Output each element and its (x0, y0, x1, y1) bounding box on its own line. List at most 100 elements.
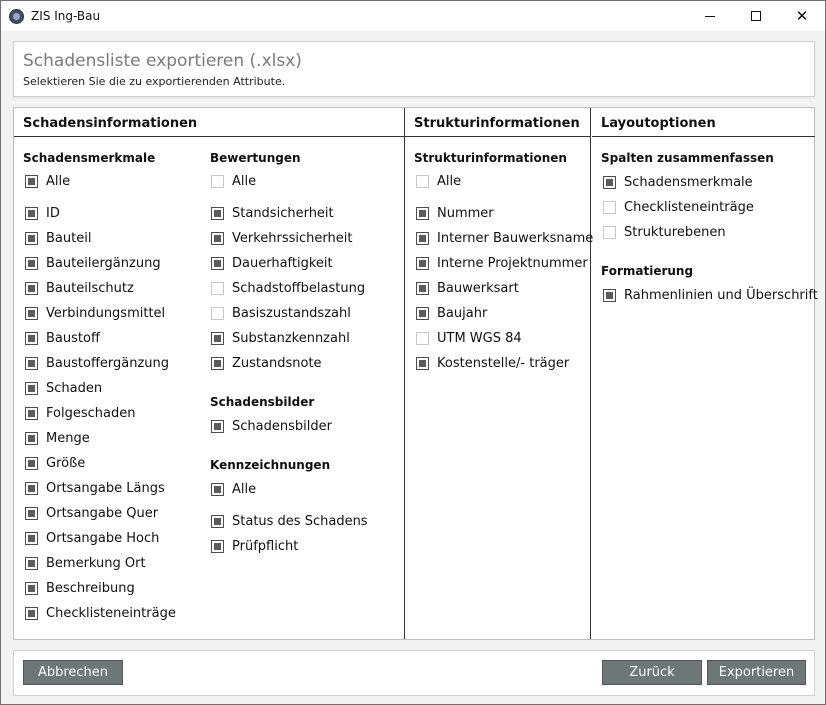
checkbox-spalten-schadensmerkmale[interactable]: Schadensmerkmale (603, 173, 753, 191)
page-subtitle: Selektieren Sie die zu exportierenden At… (23, 75, 286, 88)
cancel-button[interactable]: Abbrechen (23, 660, 123, 685)
checkbox-schadensmerkmale-bauteilergaenzung[interactable]: Bauteilergänzung (25, 254, 161, 272)
checkbox-struktur-nummer[interactable]: Nummer (416, 204, 494, 222)
checkbox-struktur-interner-bauwerksname[interactable]: Interner Bauwerksname (416, 229, 593, 247)
checkbox-checked-icon[interactable] (25, 456, 38, 470)
checkbox-schadensmerkmale-groesse[interactable]: Größe (25, 454, 85, 472)
checkbox-schadensmerkmale-checklisteneintraege[interactable]: Checklisteneinträge (25, 604, 176, 622)
checkbox-schadensmerkmale-ortsangabe-laengs[interactable]: Ortsangabe Längs (25, 479, 165, 497)
checkbox-checked-icon[interactable] (211, 256, 224, 270)
checkbox-checked-icon[interactable] (25, 381, 38, 395)
checkbox-checked-icon[interactable] (416, 356, 429, 370)
back-button[interactable]: Zurück (602, 660, 702, 685)
checkbox-checked-icon[interactable] (25, 506, 38, 520)
checkbox-struktur-bauwerksart[interactable]: Bauwerksart (416, 279, 519, 297)
checkbox-spalten-checklisteneintraege[interactable]: Checklisteneinträge (603, 198, 754, 216)
checkbox-checked-icon[interactable] (416, 281, 429, 295)
checkbox-bewertungen-alle[interactable]: Alle (211, 172, 256, 190)
checkbox-label: Schadensbilder (232, 418, 332, 434)
checkbox-label: Baustoffergänzung (46, 355, 170, 371)
checkbox-unchecked-icon[interactable] (211, 174, 224, 188)
checkbox-schadensmerkmale-verbindungsmittel[interactable]: Verbindungsmittel (25, 304, 165, 322)
checkbox-checked-icon[interactable] (25, 406, 38, 420)
checkbox-schadensmerkmale-schaden[interactable]: Schaden (25, 379, 102, 397)
checkbox-schadensbilder-schadensbilder[interactable]: Schadensbilder (211, 417, 332, 435)
checkbox-schadensmerkmale-id[interactable]: ID (25, 204, 60, 222)
checkbox-bewertungen-dauerhaftigkeit[interactable]: Dauerhaftigkeit (211, 254, 333, 272)
checkbox-checked-icon[interactable] (603, 288, 616, 302)
checkbox-checked-icon[interactable] (25, 174, 38, 188)
checkbox-label: Verkehrssicherheit (232, 230, 353, 246)
checkbox-checked-icon[interactable] (25, 231, 38, 245)
checkbox-kennzeichnungen-status-des-schadens[interactable]: Status des Schadens (211, 512, 368, 530)
checkbox-checked-icon[interactable] (211, 482, 224, 496)
checkbox-unchecked-icon[interactable] (211, 281, 224, 295)
checkbox-schadensmerkmale-bauteilschutz[interactable]: Bauteilschutz (25, 279, 134, 297)
checkbox-unchecked-icon[interactable] (211, 306, 224, 320)
checkbox-bewertungen-standsicherheit[interactable]: Standsicherheit (211, 204, 334, 222)
checkbox-checked-icon[interactable] (25, 606, 38, 620)
checkbox-bewertungen-substanzkennzahl[interactable]: Substanzkennzahl (211, 329, 350, 347)
checkbox-schadensmerkmale-bauteil[interactable]: Bauteil (25, 229, 91, 247)
window-title: ZIS Ing-Bau (31, 9, 101, 23)
checkbox-checked-icon[interactable] (211, 419, 224, 433)
checkbox-struktur-interne-projektnummer[interactable]: Interne Projektnummer (416, 254, 588, 272)
checkbox-checked-icon[interactable] (416, 206, 429, 220)
checkbox-schadensmerkmale-folgeschaden[interactable]: Folgeschaden (25, 404, 135, 422)
checkbox-checked-icon[interactable] (25, 531, 38, 545)
checkbox-schadensmerkmale-ortsangabe-hoch[interactable]: Ortsangabe Hoch (25, 529, 159, 547)
checkbox-struktur-alle[interactable]: Alle (416, 172, 461, 190)
checkbox-schadensmerkmale-menge[interactable]: Menge (25, 429, 90, 447)
checkbox-schadensmerkmale-alle[interactable]: Alle (25, 172, 70, 190)
checkbox-bewertungen-verkehrssicherheit[interactable]: Verkehrssicherheit (211, 229, 352, 247)
checkbox-bewertungen-zustandsnote[interactable]: Zustandsnote (211, 354, 322, 372)
checkbox-checked-icon[interactable] (25, 281, 38, 295)
checkbox-label: Substanzkennzahl (232, 330, 350, 346)
maximize-button[interactable] (733, 1, 779, 31)
checkbox-checked-icon[interactable] (416, 231, 429, 245)
checkbox-checked-icon[interactable] (25, 481, 38, 495)
checkbox-spalten-strukturebenen[interactable]: Strukturebenen (603, 223, 726, 241)
checkbox-kennzeichnungen-pruefpflicht[interactable]: Prüfpflicht (211, 537, 298, 555)
checkbox-struktur-baujahr[interactable]: Baujahr (416, 304, 487, 322)
checkbox-checked-icon[interactable] (211, 331, 224, 345)
checkbox-bewertungen-schadstoffbelastung[interactable]: Schadstoffbelastung (211, 279, 365, 297)
minimize-button[interactable] (687, 1, 733, 31)
close-button[interactable]: ✕ (779, 1, 825, 31)
checkbox-schadensmerkmale-baustoff[interactable]: Baustoff (25, 329, 100, 347)
checkbox-checked-icon[interactable] (25, 206, 38, 220)
export-button[interactable]: Exportieren (707, 660, 806, 685)
checkbox-checked-icon[interactable] (603, 175, 616, 189)
checkbox-schadensmerkmale-bemerkung-ort[interactable]: Bemerkung Ort (25, 554, 146, 572)
checkbox-checked-icon[interactable] (25, 256, 38, 270)
checkbox-checked-icon[interactable] (25, 581, 38, 595)
checkbox-struktur-kostenstelle-traeger[interactable]: Kostenstelle/- träger (416, 354, 569, 372)
checkbox-label: Checklisteneinträge (624, 199, 754, 215)
checkbox-label: Rahmenlinien und Überschrift (624, 287, 818, 303)
checkbox-checked-icon[interactable] (211, 206, 224, 220)
checkbox-unchecked-icon[interactable] (603, 225, 616, 239)
checkbox-bewertungen-basiszustandszahl[interactable]: Basiszustandszahl (211, 304, 351, 322)
checkbox-schadensmerkmale-baustoffergaenzung[interactable]: Baustoffergänzung (25, 354, 169, 372)
checkbox-checked-icon[interactable] (25, 556, 38, 570)
checkbox-checked-icon[interactable] (25, 331, 38, 345)
checkbox-checked-icon[interactable] (25, 356, 38, 370)
group-label-strukturinformationen: Strukturinformationen (414, 151, 567, 165)
checkbox-formatierung-rahmenlinien-und-ueberschrift[interactable]: Rahmenlinien und Überschrift (603, 286, 818, 304)
checkbox-checked-icon[interactable] (211, 356, 224, 370)
checkbox-struktur-utm-wgs-84[interactable]: UTM WGS 84 (416, 329, 522, 347)
checkbox-schadensmerkmale-ortsangabe-quer[interactable]: Ortsangabe Quer (25, 504, 158, 522)
checkbox-unchecked-icon[interactable] (416, 174, 429, 188)
checkbox-checked-icon[interactable] (25, 306, 38, 320)
checkbox-checked-icon[interactable] (416, 306, 429, 320)
checkbox-unchecked-icon[interactable] (603, 200, 616, 214)
checkbox-checked-icon[interactable] (211, 231, 224, 245)
checkbox-unchecked-icon[interactable] (416, 331, 429, 345)
app-logo-icon (9, 9, 24, 24)
checkbox-checked-icon[interactable] (211, 539, 224, 553)
checkbox-schadensmerkmale-beschreibung[interactable]: Beschreibung (25, 579, 135, 597)
checkbox-checked-icon[interactable] (416, 256, 429, 270)
checkbox-checked-icon[interactable] (25, 431, 38, 445)
checkbox-kennzeichnungen-alle[interactable]: Alle (211, 480, 256, 498)
checkbox-checked-icon[interactable] (211, 514, 224, 528)
